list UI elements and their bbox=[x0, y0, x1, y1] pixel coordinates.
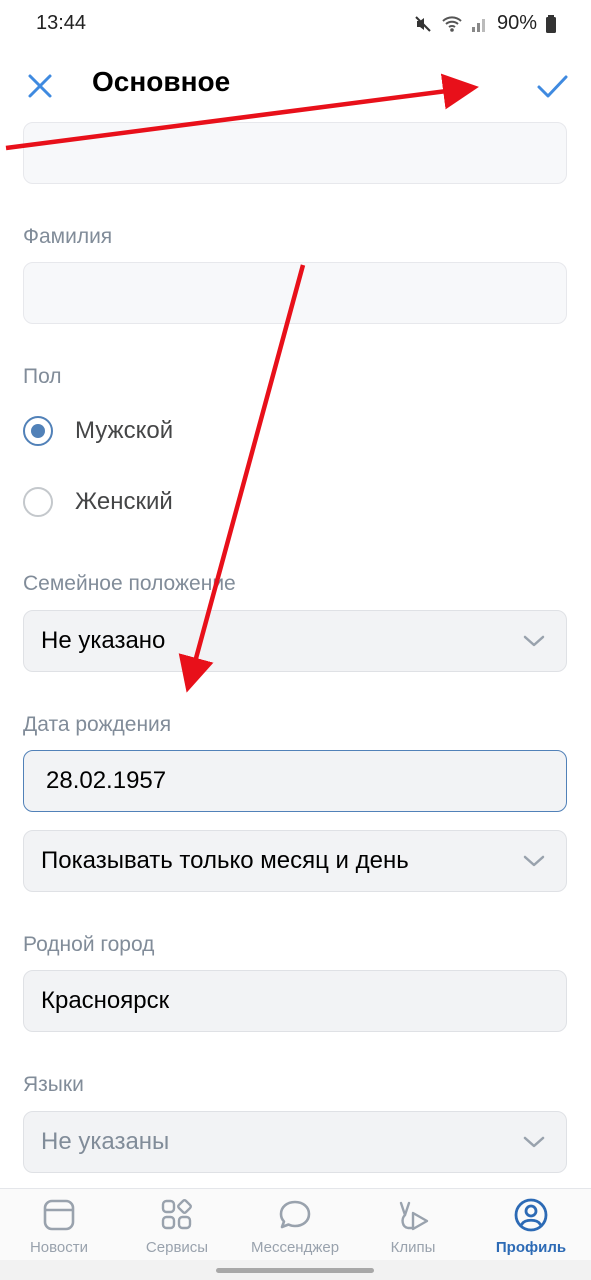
save-button[interactable] bbox=[532, 66, 572, 106]
gender-label: Пол bbox=[23, 365, 62, 388]
tab-profile[interactable]: Профиль bbox=[472, 1189, 590, 1261]
gender-option-label: Мужской bbox=[75, 417, 174, 444]
hometown-label: Родной город bbox=[23, 933, 155, 956]
system-nav-bar bbox=[0, 1260, 591, 1280]
clips-icon bbox=[399, 1201, 429, 1231]
radio-female[interactable] bbox=[23, 487, 53, 517]
header: Основное bbox=[0, 48, 591, 120]
last-name-field[interactable] bbox=[23, 262, 567, 324]
chevron-down-icon bbox=[523, 855, 545, 867]
languages-select[interactable]: Не указаны bbox=[23, 1111, 567, 1173]
mute-icon bbox=[415, 15, 431, 32]
first-name-field[interactable] bbox=[23, 122, 567, 184]
tab-news[interactable]: Новости bbox=[0, 1189, 118, 1261]
signal-icon bbox=[471, 18, 485, 32]
chevron-down-icon bbox=[523, 635, 545, 647]
hometown-value: Красноярск bbox=[41, 987, 170, 1014]
birthdate-visibility-select[interactable]: Показывать только месяц и день bbox=[23, 830, 567, 892]
wifi-icon bbox=[442, 15, 462, 32]
hometown-input[interactable]: Красноярск bbox=[23, 970, 567, 1032]
birthdate-label: Дата рождения bbox=[23, 713, 172, 736]
check-icon bbox=[537, 75, 568, 98]
tab-messenger[interactable]: Мессенджер bbox=[236, 1189, 354, 1261]
page-title: Основное bbox=[92, 66, 231, 97]
close-icon bbox=[28, 74, 52, 98]
gender-option-female[interactable]: Женский bbox=[23, 482, 173, 522]
battery-icon bbox=[546, 14, 556, 33]
news-icon bbox=[43, 1199, 75, 1231]
gender-option-male[interactable]: Мужской bbox=[23, 411, 173, 451]
tab-label: Мессенджер bbox=[250, 1239, 340, 1256]
profile-icon bbox=[514, 1198, 548, 1232]
tab-clips[interactable]: Клипы bbox=[354, 1189, 472, 1261]
last-name-label: Фамилия bbox=[23, 225, 113, 248]
tab-label: Сервисы bbox=[145, 1239, 209, 1256]
birthdate-input[interactable]: 28.02.1957 bbox=[23, 750, 567, 812]
bottom-tab-bar: Новости Сервисы Мессенджер Клипы Профиль bbox=[0, 1188, 591, 1261]
close-button[interactable] bbox=[22, 68, 58, 104]
radio-male[interactable] bbox=[23, 416, 53, 446]
services-icon bbox=[161, 1199, 192, 1230]
home-indicator[interactable] bbox=[216, 1268, 374, 1273]
marital-status-value: Не указано bbox=[41, 627, 166, 654]
status-time: 13:44 bbox=[36, 12, 87, 34]
messenger-icon bbox=[279, 1200, 311, 1229]
battery-percent: 90% bbox=[496, 12, 537, 34]
languages-value: Не указаны bbox=[41, 1128, 170, 1155]
birthdate-visibility-value: Показывать только месяц и день bbox=[41, 847, 409, 874]
tab-services[interactable]: Сервисы bbox=[118, 1189, 236, 1261]
tab-label: Новости bbox=[29, 1239, 89, 1256]
marital-status-label: Семейное положение bbox=[23, 572, 236, 595]
status-bar: 13:44 90% bbox=[0, 0, 591, 48]
birthdate-value: 28.02.1957 bbox=[46, 767, 167, 794]
tab-label: Профиль bbox=[495, 1239, 567, 1256]
chevron-down-icon bbox=[523, 1136, 545, 1148]
tab-label: Клипы bbox=[390, 1239, 436, 1256]
gender-option-label: Женский bbox=[75, 488, 173, 515]
marital-status-select[interactable]: Не указано bbox=[23, 610, 567, 672]
status-icons: 90% bbox=[413, 12, 557, 35]
languages-label: Языки bbox=[23, 1073, 84, 1096]
